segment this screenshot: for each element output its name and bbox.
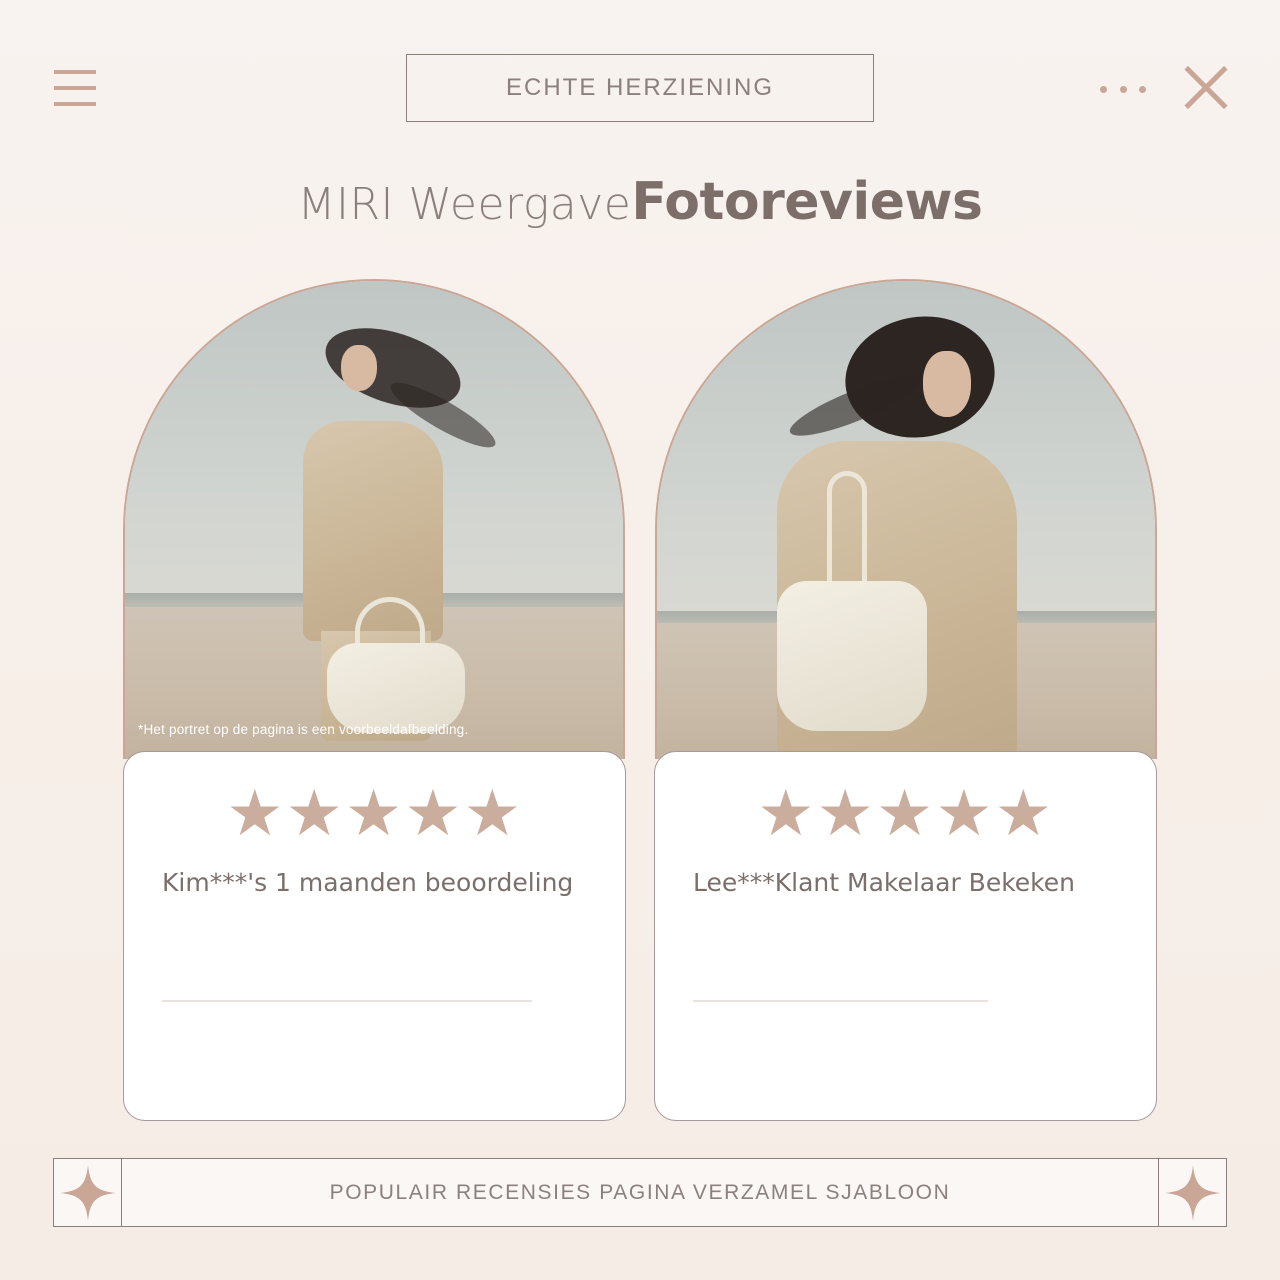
footer-label: POPULAIR RECENSIES PAGINA VERZAMEL SJABL…	[329, 1180, 951, 1204]
close-x-icon[interactable]	[1184, 66, 1228, 110]
star-rating: ★★★★★	[757, 777, 1054, 851]
dot	[1139, 85, 1146, 93]
review-text-line	[162, 1000, 532, 1002]
review-photo-2[interactable]	[655, 279, 1157, 759]
portrait-image	[125, 281, 623, 759]
more-dots-icon[interactable]	[1100, 84, 1146, 94]
dot	[1119, 85, 1127, 93]
reviewer-name: Lee***Klant Makelaar Bekeken	[693, 868, 1075, 897]
sparkle-cell	[54, 1159, 122, 1226]
footer-banner: POPULAIR RECENSIES PAGINA VERZAMEL SJABL…	[53, 1158, 1227, 1227]
portrait-image	[657, 281, 1155, 759]
review-photo-1[interactable]	[123, 279, 625, 759]
page-title: MIRI WeergaveFotoreviews	[0, 172, 1280, 232]
page-title-light: MIRI Weergave	[297, 179, 632, 230]
menu-bar	[54, 86, 96, 90]
four-point-star-icon	[59, 1164, 116, 1221]
photo-disclaimer: *Het portret op de pagina is een voorbee…	[138, 722, 469, 737]
menu-bar	[54, 102, 96, 106]
header-badge: ECHTE HERZIENING	[406, 54, 874, 122]
page-title-bold: Fotoreviews	[631, 172, 983, 232]
review-card-1[interactable]: ★★★★★ Kim***'s 1 maanden beoordeling	[123, 751, 626, 1121]
reviewer-name: Kim***'s 1 maanden beoordeling	[162, 868, 574, 897]
sparkle-cell	[1158, 1159, 1226, 1226]
star-rating: ★★★★★	[226, 777, 523, 851]
review-text-line	[693, 1000, 988, 1002]
dot	[1100, 85, 1107, 93]
review-card-2[interactable]: ★★★★★ Lee***Klant Makelaar Bekeken	[654, 751, 1157, 1121]
menu-bar	[54, 70, 96, 74]
hamburger-menu-icon[interactable]	[54, 70, 96, 106]
four-point-star-icon	[1164, 1164, 1221, 1221]
